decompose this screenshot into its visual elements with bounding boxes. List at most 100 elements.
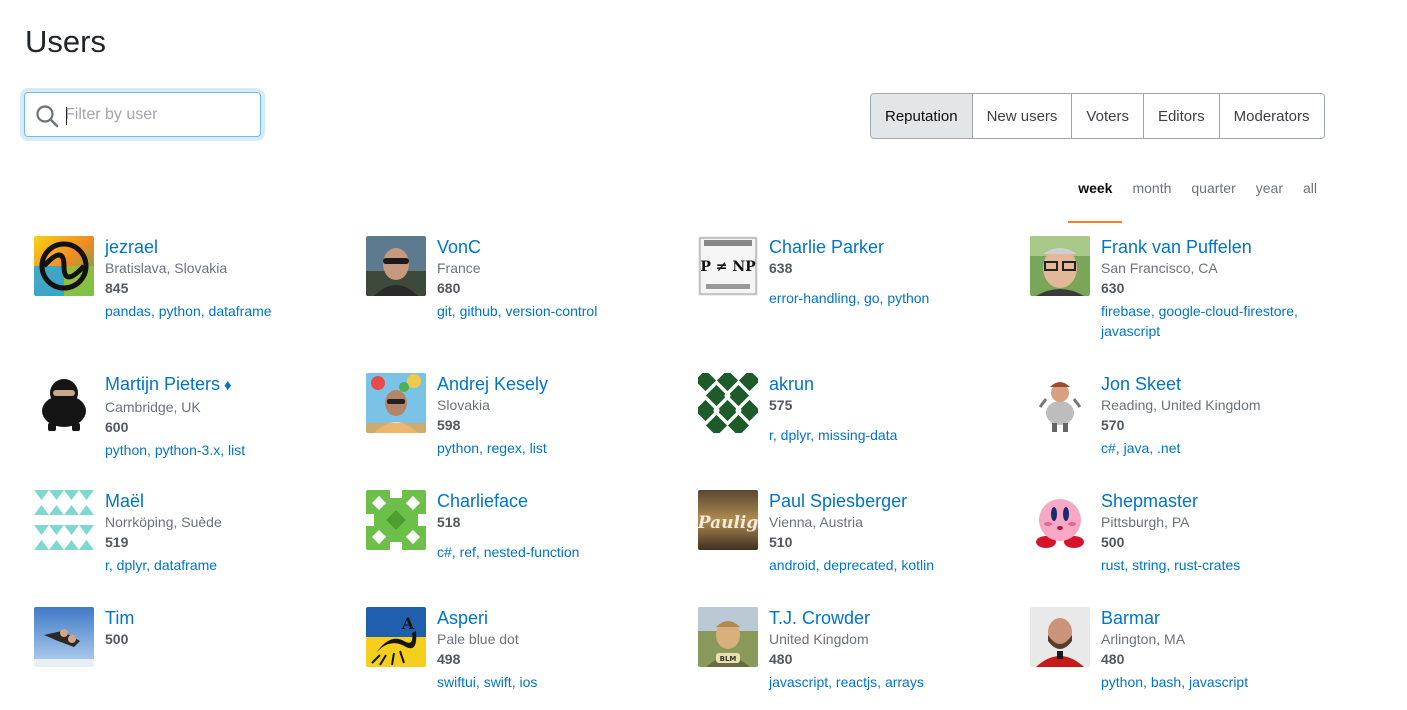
tab-reputation[interactable]: Reputation: [871, 94, 972, 138]
tag-link[interactable]: google-cloud-firestore: [1159, 303, 1294, 319]
avatar[interactable]: Paulig: [698, 490, 758, 550]
tag-link[interactable]: python: [159, 303, 201, 319]
avatar[interactable]: [34, 236, 94, 296]
tag-link[interactable]: python: [437, 440, 479, 456]
tab-new-users[interactable]: New users: [971, 94, 1072, 138]
avatar[interactable]: [34, 607, 94, 667]
tag-link[interactable]: python-3.x: [155, 442, 220, 458]
tag-link[interactable]: dplyr: [117, 557, 147, 573]
tag-link[interactable]: r: [769, 427, 773, 443]
tag-link[interactable]: dataframe: [154, 557, 217, 573]
avatar[interactable]: [34, 373, 94, 433]
avatar[interactable]: A: [366, 607, 426, 667]
user-name-link[interactable]: Barmar: [1101, 607, 1351, 629]
tag-link[interactable]: reactjs: [836, 674, 877, 690]
tag-link[interactable]: missing-data: [818, 427, 897, 443]
tag-link[interactable]: nested-function: [484, 544, 580, 560]
tag-link[interactable]: string: [1132, 557, 1166, 573]
user-name-link[interactable]: jezrael: [105, 236, 355, 258]
user-location: Slovakia: [437, 397, 490, 413]
period-year[interactable]: year: [1246, 176, 1293, 210]
tag-link[interactable]: dplyr: [781, 427, 811, 443]
avatar[interactable]: [34, 490, 94, 550]
user-name-link[interactable]: Asperi: [437, 607, 687, 629]
tag-link[interactable]: error-handling: [769, 290, 856, 306]
tag-link[interactable]: rust: [1101, 557, 1124, 573]
tab-voters[interactable]: Voters: [1071, 94, 1143, 138]
tag-link[interactable]: android: [769, 557, 816, 573]
avatar[interactable]: [1030, 490, 1090, 550]
tag-link[interactable]: kotlin: [901, 557, 934, 573]
tag-link[interactable]: firebase: [1101, 303, 1151, 319]
search-icon: [36, 105, 59, 128]
tag-link[interactable]: list: [530, 440, 547, 456]
tab-moderators[interactable]: Moderators: [1218, 94, 1324, 138]
tag-link[interactable]: python: [105, 442, 147, 458]
user-reputation: 480: [1101, 651, 1125, 667]
tag-link[interactable]: javascript: [1101, 323, 1160, 339]
tag-link[interactable]: arrays: [885, 674, 924, 690]
user-name-link[interactable]: Charlieface: [437, 490, 687, 512]
user-filter-search[interactable]: [24, 92, 261, 137]
tag-link[interactable]: git: [437, 303, 452, 319]
tag-link[interactable]: python: [1101, 674, 1143, 690]
avatar-badge-text: BLM: [720, 655, 737, 663]
user-name-link[interactable]: T.J. Crowder: [769, 607, 1019, 629]
user-location: Pale blue dot: [437, 631, 519, 647]
period-all[interactable]: all: [1293, 176, 1327, 210]
search-input[interactable]: [65, 101, 255, 129]
user-name-link[interactable]: Martijn Pieters ♦: [105, 373, 355, 397]
user-name-link[interactable]: Maël: [105, 490, 355, 512]
user-name-link[interactable]: Andrej Kesely: [437, 373, 687, 395]
user-location: Norrköping, Suède: [105, 514, 222, 530]
user-name-link[interactable]: Paul Spiesberger: [769, 490, 1019, 512]
user-reputation: 518: [437, 514, 461, 530]
period-month[interactable]: month: [1122, 176, 1181, 210]
user-name-link[interactable]: Shepmaster: [1101, 490, 1351, 512]
tag-link[interactable]: dataframe: [209, 303, 272, 319]
tag-link[interactable]: list: [228, 442, 245, 458]
tag-link[interactable]: javascript: [1189, 674, 1248, 690]
tag-link[interactable]: version-control: [506, 303, 598, 319]
tag-link[interactable]: deprecated: [823, 557, 893, 573]
avatar[interactable]: [1030, 236, 1090, 296]
avatar[interactable]: [366, 236, 426, 296]
tag-link[interactable]: github: [460, 303, 498, 319]
tag-link[interactable]: java: [1124, 440, 1150, 456]
user-card: Charlieface 518 c#, ref, nested-function: [366, 490, 686, 600]
tag-link[interactable]: rust-crates: [1174, 557, 1240, 573]
tag-link[interactable]: c#: [1101, 440, 1116, 456]
tag-link[interactable]: ios: [519, 674, 537, 690]
avatar[interactable]: [698, 373, 758, 433]
period-week[interactable]: week: [1068, 176, 1123, 223]
avatar[interactable]: [366, 373, 426, 433]
avatar[interactable]: [366, 490, 426, 550]
tab-editors[interactable]: Editors: [1142, 94, 1219, 138]
user-name-link[interactable]: akrun: [769, 373, 1019, 395]
avatar[interactable]: [1030, 607, 1090, 667]
tag-link[interactable]: go: [864, 290, 880, 306]
avatar[interactable]: [1030, 373, 1090, 433]
tag-link[interactable]: .net: [1157, 440, 1180, 456]
tag-link[interactable]: swiftui: [437, 674, 476, 690]
tag-link[interactable]: c#: [437, 544, 452, 560]
user-tags: firebase, google-cloud-firestore, javascr…: [1101, 303, 1298, 339]
tag-link[interactable]: ref: [460, 544, 476, 560]
tag-link[interactable]: pandas: [105, 303, 151, 319]
user-name-link[interactable]: Jon Skeet: [1101, 373, 1351, 395]
period-quarter[interactable]: quarter: [1181, 176, 1245, 210]
user-reputation: 638: [769, 260, 793, 276]
tag-link[interactable]: swift: [484, 674, 512, 690]
avatar[interactable]: BLM: [698, 607, 758, 667]
user-name-link[interactable]: Frank van Puffelen: [1101, 236, 1351, 258]
tag-link[interactable]: javascript: [769, 674, 828, 690]
avatar[interactable]: P ≠ NP: [698, 236, 758, 296]
tag-link[interactable]: r: [105, 557, 109, 573]
tag-link[interactable]: python: [887, 290, 929, 306]
user-name-link[interactable]: Charlie Parker: [769, 236, 1019, 258]
tag-link[interactable]: regex: [487, 440, 522, 456]
user-name-link[interactable]: Tim: [105, 607, 355, 629]
tag-link[interactable]: bash: [1151, 674, 1181, 690]
user-name-link[interactable]: VonC: [437, 236, 687, 258]
user-tags: rust, string, rust-crates: [1101, 557, 1241, 573]
